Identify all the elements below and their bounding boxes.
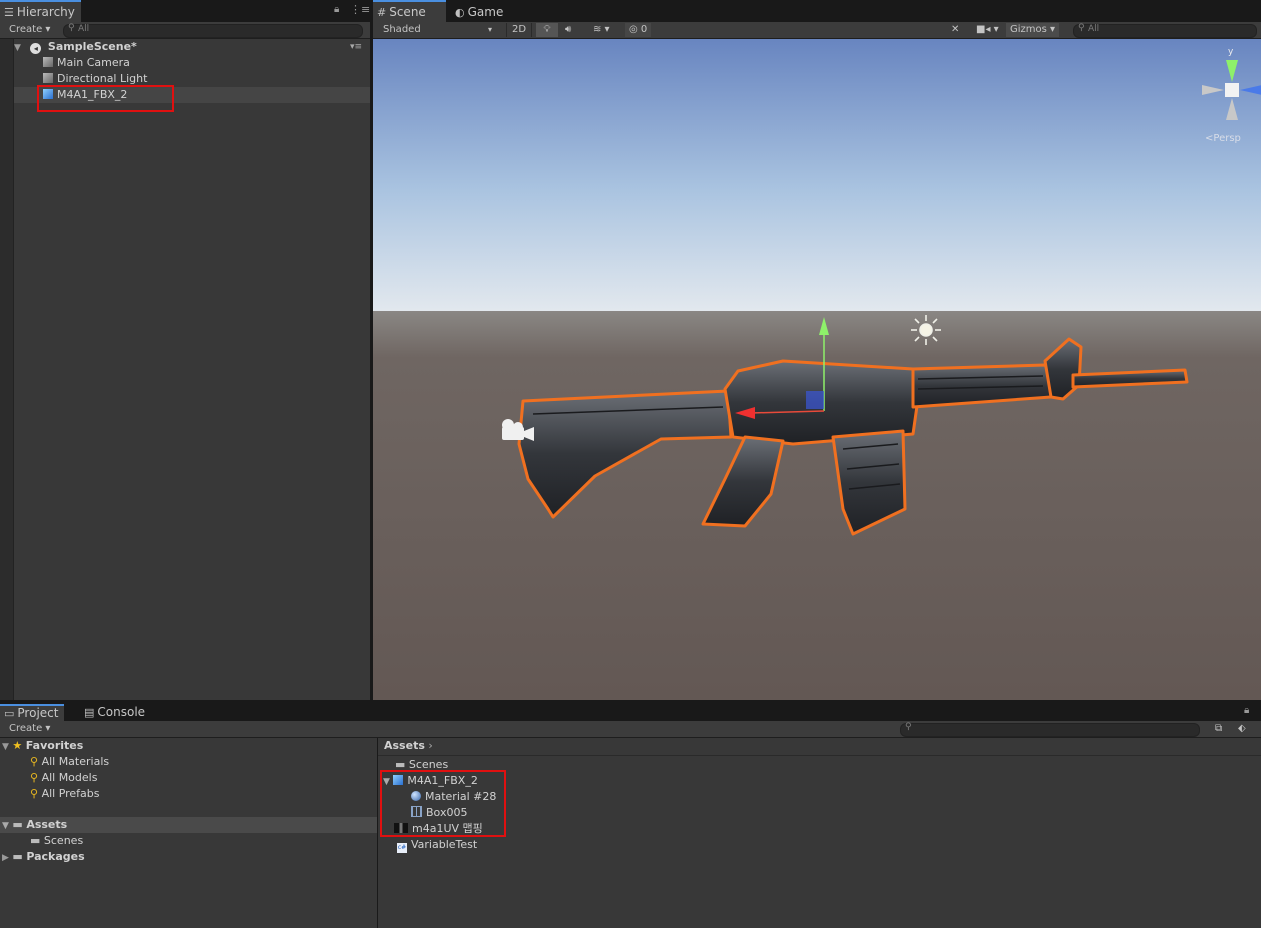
scene-row[interactable]: ▼ ◂ SampleScene* ▾≡ bbox=[14, 39, 370, 55]
expand-triangle-icon[interactable]: ▼ bbox=[2, 742, 9, 752]
tab-scene[interactable]: # Scene bbox=[373, 0, 446, 22]
annotation-box bbox=[37, 85, 174, 112]
project-search-input[interactable]: ⚲ bbox=[900, 722, 1200, 737]
project-create-button[interactable]: Create ▾ bbox=[9, 722, 50, 736]
projection-toggle[interactable]: <Persp bbox=[1205, 133, 1241, 144]
tools-icon[interactable]: ✕ bbox=[951, 23, 959, 37]
scenes-folder[interactable]: ▬ Scenes bbox=[30, 833, 83, 849]
hierarchy-toolbar: Create ▾ ⚲ All bbox=[0, 22, 370, 39]
effects-dropdown-icon[interactable]: ≋ ▾ bbox=[593, 23, 610, 37]
chevron-right-icon: › bbox=[428, 739, 433, 752]
audio-toggle-icon[interactable]: 🔊︎ bbox=[565, 23, 571, 37]
unity-scene-icon: ◂ bbox=[30, 43, 42, 54]
scene-render bbox=[373, 39, 1261, 700]
expand-triangle-icon[interactable]: ▼ bbox=[14, 43, 21, 53]
console-icon: ▤ bbox=[84, 706, 95, 719]
project-folder-tree: ▼ ★ Favorites ⚲ All Materials ⚲ All Mode… bbox=[0, 738, 377, 928]
scene-tabbar: # Scene ◐ Game bbox=[373, 0, 1261, 22]
folder-icon: ▬ bbox=[12, 850, 23, 863]
search-icon: ⚲ bbox=[1078, 23, 1085, 33]
csharp-script-icon: c# bbox=[397, 843, 407, 853]
hidden-objects-toggle[interactable]: ◎ 0 bbox=[625, 23, 652, 37]
folder-icon: ▭ bbox=[4, 707, 15, 720]
tab-hierarchy[interactable]: ☰ Hierarchy bbox=[0, 0, 81, 22]
lock-icon[interactable]: 🔒︎ bbox=[334, 4, 339, 15]
project-tabbar: ▭ Project ▤ Console 🔒︎ bbox=[0, 704, 1261, 721]
divider bbox=[378, 755, 1261, 756]
folder-icon: ▬ bbox=[30, 834, 41, 847]
hierarchy-search-input[interactable]: ⚲ All bbox=[63, 23, 363, 38]
grid-icon: # bbox=[377, 6, 387, 19]
tab-console[interactable]: ▤ Console bbox=[80, 705, 151, 720]
directional-light-icon[interactable] bbox=[911, 315, 941, 345]
hierarchy-gutter bbox=[0, 39, 14, 700]
hierarchy-tabbar: ☰ Hierarchy 🔒︎ ⋮≡ bbox=[0, 0, 370, 22]
search-magnifier-icon: ⚲ bbox=[30, 771, 39, 784]
hierarchy-create-button[interactable]: Create ▾ bbox=[9, 23, 50, 37]
scene-name: SampleScene* bbox=[47, 40, 137, 53]
search-magnifier-icon: ⚲ bbox=[30, 787, 39, 800]
collapse-triangle-icon[interactable]: ▶ bbox=[2, 853, 9, 863]
camera-settings-icon[interactable]: ■◂ ▾ bbox=[976, 23, 999, 37]
panel-menu-icon[interactable]: ⋮≡ bbox=[350, 3, 370, 16]
search-icon: ⚲ bbox=[905, 722, 912, 732]
toggle-2d-button[interactable]: 2D bbox=[506, 23, 532, 37]
hidden-eye-icon: ◎ bbox=[629, 24, 638, 35]
list-icon: ☰ bbox=[4, 6, 14, 19]
favorite-item[interactable]: ⚲ All Materials bbox=[30, 754, 109, 770]
gizmos-dropdown[interactable]: Gizmos ▾ bbox=[1006, 23, 1060, 37]
expand-triangle-icon[interactable]: ▼ bbox=[2, 821, 9, 831]
gizmo-plane-handle[interactable] bbox=[806, 391, 824, 409]
lighting-toggle-icon[interactable]: 💡︎ bbox=[536, 23, 558, 37]
hierarchy-panel: ▼ ◂ SampleScene* ▾≡ Main Camera Directio… bbox=[0, 39, 370, 700]
game-icon: ◐ bbox=[455, 6, 465, 19]
hierarchy-item[interactable]: Main Camera bbox=[43, 55, 130, 71]
packages-folder[interactable]: ▶ ▬ Packages bbox=[2, 849, 85, 865]
scene-search-input[interactable]: ⚲ All bbox=[1073, 23, 1257, 38]
scene-menu-icon[interactable]: ▾≡ bbox=[350, 39, 362, 55]
shading-mode-dropdown[interactable]: Shaded ▾ bbox=[383, 23, 493, 37]
scene-toolbar: Shaded ▾ 2D 💡︎ 🔊︎ ≋ ▾ ◎ 0 ✕ ■◂ ▾ Gizmos ▾… bbox=[373, 22, 1261, 39]
lock-icon[interactable]: 🔒︎ bbox=[1244, 705, 1249, 716]
tab-project[interactable]: ▭ Project bbox=[0, 704, 65, 721]
assets-folder[interactable]: ▼ ▬ Assets bbox=[2, 817, 67, 833]
axis-y-label: y bbox=[1228, 47, 1234, 57]
project-asset-list: Assets › ▬ Scenes ▼ M4A1_FBX_2 Material … bbox=[378, 738, 1261, 928]
search-icon: ⚲ bbox=[68, 23, 75, 33]
scene-viewport[interactable]: y <Persp bbox=[373, 39, 1261, 700]
star-icon: ★ bbox=[12, 739, 23, 752]
gameobject-icon bbox=[43, 57, 53, 67]
favorite-item[interactable]: ⚲ All Models bbox=[30, 770, 97, 786]
annotation-box bbox=[380, 770, 506, 837]
search-magnifier-icon: ⚲ bbox=[30, 755, 39, 768]
folder-icon: ▬ bbox=[12, 818, 23, 831]
favorites-header[interactable]: ▼ ★ Favorites bbox=[2, 738, 83, 754]
favorite-item[interactable]: ⚲ All Prefabs bbox=[30, 786, 100, 802]
filter-label-icon[interactable]: ⬖ bbox=[1238, 722, 1246, 736]
breadcrumb[interactable]: Assets › bbox=[384, 738, 433, 754]
tab-game[interactable]: ◐ Game bbox=[451, 2, 509, 22]
project-toolbar: Create ▾ ⚲ ⧉ ⬖ bbox=[0, 721, 1261, 738]
asset-item[interactable]: c# VariableTest bbox=[397, 837, 477, 853]
filter-type-icon[interactable]: ⧉ bbox=[1215, 722, 1222, 736]
gameobject-icon bbox=[43, 73, 53, 83]
